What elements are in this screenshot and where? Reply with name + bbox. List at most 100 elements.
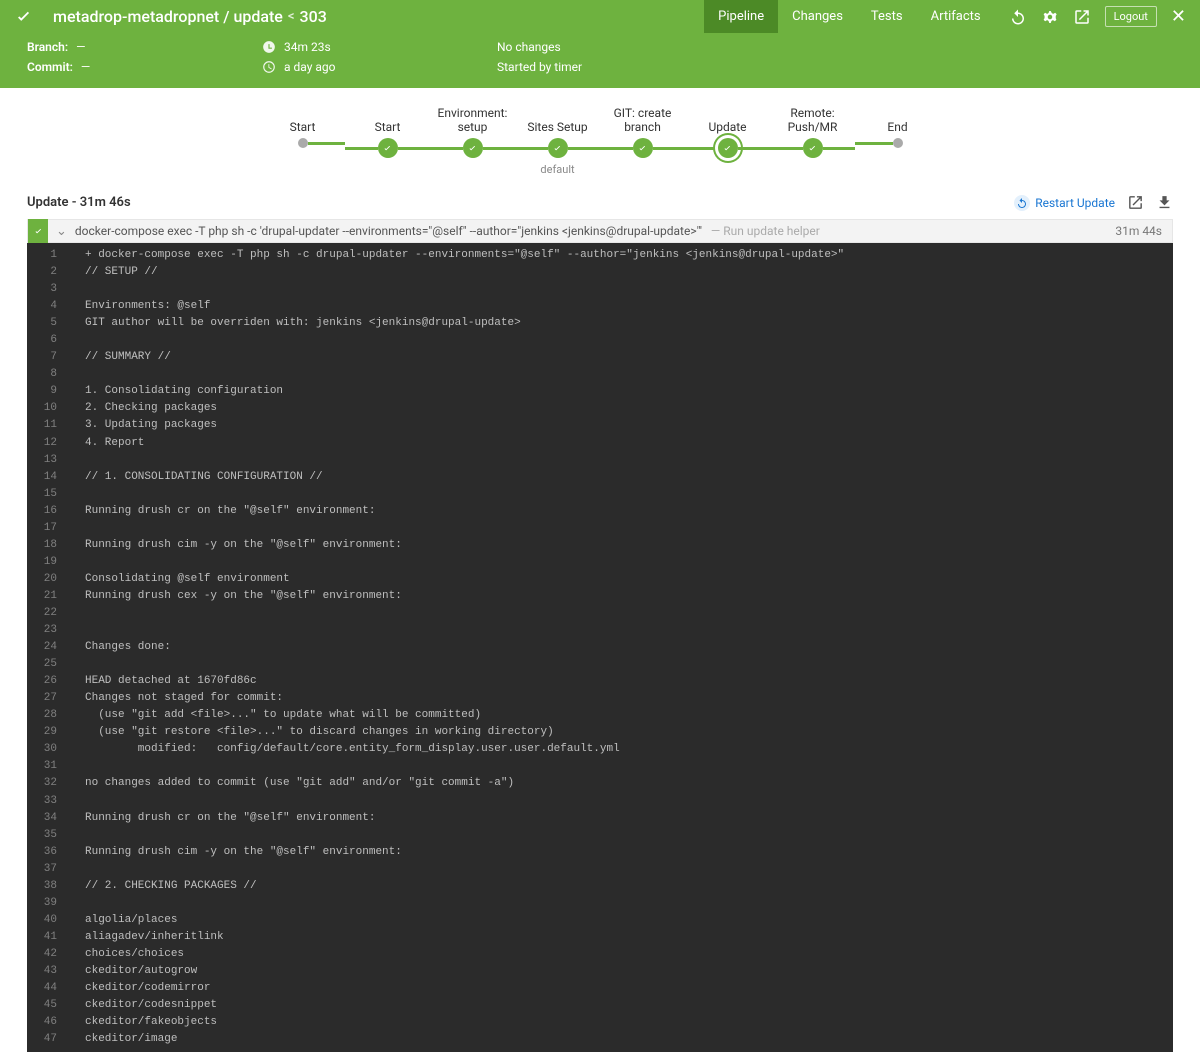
- console-line: 32no changes added to commit (use "git a…: [27, 775, 1173, 792]
- console-line: 42choices/choices: [27, 946, 1173, 963]
- stage-label: Remote: Push/MR: [770, 106, 855, 138]
- chevron-down-icon[interactable]: ⌄: [48, 224, 75, 239]
- command-duration: 31m 44s: [1105, 224, 1172, 238]
- console-line: 91. Consolidating configuration: [27, 383, 1173, 400]
- tab-changes[interactable]: Changes: [778, 0, 857, 33]
- download-icon[interactable]: [1156, 194, 1173, 211]
- stage-label: Start: [290, 106, 316, 138]
- command-text: docker-compose exec -T php sh -c 'drupal…: [75, 224, 1105, 238]
- restart-step-link[interactable]: Restart Update: [1014, 195, 1115, 211]
- stage-check-icon: [463, 138, 483, 158]
- console-line: 15: [27, 486, 1173, 503]
- console-line: 24Changes done:: [27, 639, 1173, 656]
- commit-label: Commit:: [27, 60, 73, 74]
- timer-icon: [262, 40, 276, 54]
- tab-artifacts[interactable]: Artifacts: [917, 0, 995, 33]
- console-line: 5GIT author will be overriden with: jenk…: [27, 315, 1173, 332]
- gear-icon[interactable]: [1041, 8, 1059, 26]
- console-line: 31: [27, 758, 1173, 775]
- changes-text: No changes: [497, 40, 561, 54]
- stage-check-icon: [803, 138, 823, 158]
- console-line: 8: [27, 366, 1173, 383]
- console-line: 13: [27, 452, 1173, 469]
- console-line: 21Running drush cex -y on the "@self" en…: [27, 588, 1173, 605]
- started-by: Started by timer: [497, 60, 582, 74]
- stage-node[interactable]: End: [855, 106, 940, 148]
- stage-node[interactable]: Update: [685, 106, 770, 158]
- console-line: 17: [27, 520, 1173, 537]
- chevron-left-icon: <: [288, 9, 295, 24]
- console-line: 1+ docker-compose exec -T php sh -c drup…: [27, 247, 1173, 264]
- restart-label: Restart Update: [1035, 196, 1115, 210]
- stage-node[interactable]: Environment: setup: [430, 106, 515, 158]
- stage-label: GIT: create branch: [600, 106, 685, 138]
- console-line: 41aliagadev/inheritlink: [27, 929, 1173, 946]
- rerun-icon[interactable]: [1009, 8, 1027, 26]
- stage-dot-icon: [298, 138, 308, 148]
- console-line: 28 (use "git add <file>..." to update wh…: [27, 707, 1173, 724]
- header-tabs: Pipeline Changes Tests Artifacts: [704, 0, 994, 33]
- stage-node[interactable]: Start: [345, 106, 430, 158]
- console-line: 3: [27, 281, 1173, 298]
- command-row[interactable]: ⌄ docker-compose exec -T php sh -c 'drup…: [27, 219, 1173, 243]
- pipeline-stages: StartStartEnvironment: setupSites Setupd…: [0, 88, 1200, 184]
- command-hint: — Run update helper: [711, 224, 820, 238]
- stage-node[interactable]: Remote: Push/MR: [770, 106, 855, 158]
- stage-node[interactable]: Sites Setup default: [515, 106, 600, 176]
- stage-check-icon: [718, 138, 738, 158]
- branch-value: —: [76, 40, 85, 54]
- stage-sublabel: default: [540, 163, 574, 176]
- console-line: 47ckeditor/image: [27, 1031, 1173, 1048]
- close-icon[interactable]: ✕: [1171, 6, 1186, 27]
- console-line: 39: [27, 895, 1173, 912]
- step-title-bar: Update - 31m 46s Restart Update: [0, 184, 1200, 219]
- when: a day ago: [284, 60, 335, 74]
- console-line: 33: [27, 793, 1173, 810]
- tab-tests[interactable]: Tests: [857, 0, 917, 33]
- commit-value: —: [81, 60, 90, 74]
- console-line: 34Running drush cr on the "@self" enviro…: [27, 810, 1173, 827]
- stage-label: Update: [708, 106, 746, 138]
- build-status-icon: [0, 0, 47, 33]
- stage-node[interactable]: GIT: create branch: [600, 106, 685, 158]
- duration: 34m 23s: [284, 40, 331, 54]
- subheader: Branch:— Commit:— 34m 23s a day ago No c…: [0, 33, 1200, 88]
- console-line: 14// 1. CONSOLIDATING CONFIGURATION //: [27, 469, 1173, 486]
- console-line: 4Environments: @self: [27, 298, 1173, 315]
- console-line: 22: [27, 605, 1173, 622]
- build-title: metadrop-metadropnet / update < 303: [47, 0, 333, 33]
- console-line: 46ckeditor/fakeobjects: [27, 1014, 1173, 1031]
- console-line: 29 (use "git restore <file>..." to disca…: [27, 724, 1173, 741]
- console-line: 23: [27, 622, 1173, 639]
- branch-label: Branch:: [27, 40, 68, 54]
- external-link-icon[interactable]: [1073, 8, 1091, 26]
- build-number: 303: [300, 7, 327, 26]
- stage-node[interactable]: Start: [260, 106, 345, 148]
- console-line: 40algolia/places: [27, 912, 1173, 929]
- console-line: 45ckeditor/codesnippet: [27, 997, 1173, 1014]
- stage-label: End: [887, 106, 907, 138]
- stage-dot-icon: [893, 138, 903, 148]
- stage-label: Sites Setup: [527, 106, 587, 138]
- console-line: 16Running drush cr on the "@self" enviro…: [27, 503, 1173, 520]
- tab-pipeline[interactable]: Pipeline: [704, 0, 778, 33]
- console-line: 43ckeditor/autogrow: [27, 963, 1173, 980]
- console-line: 44ckeditor/codemirror: [27, 980, 1173, 997]
- project-name[interactable]: metadrop-metadropnet / update: [53, 7, 283, 26]
- logout-button[interactable]: Logout: [1105, 6, 1157, 27]
- console-line: 102. Checking packages: [27, 400, 1173, 417]
- console-line: 27Changes not staged for commit:: [27, 690, 1173, 707]
- stage-check-icon: [548, 138, 568, 158]
- console-line: 18Running drush cim -y on the "@self" en…: [27, 537, 1173, 554]
- stage-check-icon: [633, 138, 653, 158]
- console-output[interactable]: 1+ docker-compose exec -T php sh -c drup…: [27, 243, 1173, 1052]
- command-status-icon: [28, 219, 48, 243]
- open-external-icon[interactable]: [1127, 194, 1144, 211]
- top-header: metadrop-metadropnet / update < 303 Pipe…: [0, 0, 1200, 33]
- header-actions: Logout ✕: [995, 0, 1200, 33]
- console-line: 6: [27, 332, 1173, 349]
- console-line: 38// 2. CHECKING PACKAGES //: [27, 878, 1173, 895]
- console-line: 124. Report: [27, 435, 1173, 452]
- stage-check-icon: [378, 138, 398, 158]
- console-line: 19: [27, 554, 1173, 571]
